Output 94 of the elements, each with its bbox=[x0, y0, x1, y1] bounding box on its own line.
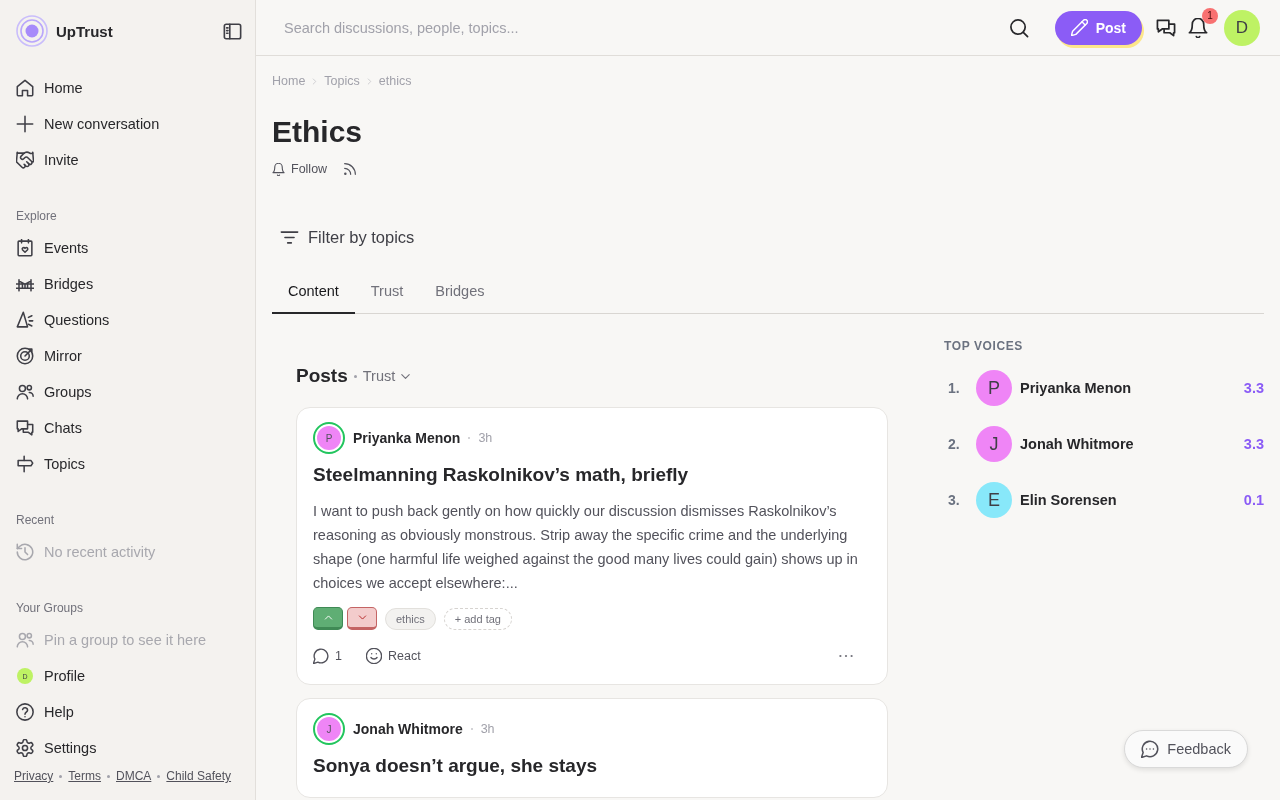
users-icon bbox=[16, 631, 34, 649]
user-avatar[interactable]: D bbox=[1224, 9, 1260, 46]
signpost-icon bbox=[16, 455, 34, 473]
brand-name: UpTrust bbox=[56, 22, 113, 40]
nav-link[interactable]: Home bbox=[10, 70, 245, 106]
sidebar-toggle-button[interactable] bbox=[221, 20, 243, 42]
post-time: 3h bbox=[480, 722, 495, 736]
bullet-icon bbox=[157, 774, 161, 778]
feedback-button[interactable]: Feedback bbox=[1124, 730, 1248, 768]
users-icon bbox=[16, 383, 34, 401]
user-name-link[interactable]: Elin Sorensen bbox=[1020, 492, 1117, 508]
chat-bubbles-icon bbox=[1156, 17, 1176, 38]
nav-link[interactable]: New conversation bbox=[10, 106, 245, 142]
nav-link[interactable]: Bridges bbox=[10, 266, 245, 302]
upvote-button[interactable] bbox=[313, 607, 343, 630]
trust-score: 3.3 bbox=[1243, 380, 1264, 396]
tab[interactable]: Content bbox=[272, 270, 355, 314]
nav-link[interactable]: Help bbox=[10, 694, 245, 730]
pencil-icon bbox=[1070, 19, 1088, 36]
post-body: I want to push back gently on how quickly our discussion dismisses Raskolnikov’s reasoning as obviously monstrous. Strip away the specific crime and the underlying shape (one harmful life weighed against the good many lives could gain) shows up in choices we accept elsewhere:... bbox=[313, 502, 859, 593]
footer-link[interactable]: Privacy bbox=[14, 769, 54, 783]
tab[interactable]: Bridges bbox=[419, 270, 501, 314]
logo-icon bbox=[16, 15, 48, 47]
section-title: Posts bbox=[296, 365, 348, 387]
rank-number: 3. bbox=[948, 492, 961, 508]
footer-link[interactable]: DMCA bbox=[116, 769, 152, 783]
nav-link[interactable]: Mirror bbox=[10, 338, 245, 374]
bell-icon bbox=[272, 162, 285, 176]
search-field[interactable]: Search discussions, people, topics... bbox=[272, 9, 872, 46]
trust-score: 0.1 bbox=[1243, 492, 1264, 508]
avatar: J bbox=[976, 426, 1012, 462]
tab[interactable]: Trust bbox=[354, 270, 420, 314]
rss-icon bbox=[343, 162, 358, 176]
target-icon bbox=[16, 347, 34, 365]
trust-score: 3.3 bbox=[1243, 436, 1264, 452]
help-icon bbox=[16, 703, 34, 721]
comment-icon bbox=[313, 648, 329, 664]
post-time: 3h bbox=[478, 431, 493, 445]
nav-link[interactable]: Events bbox=[10, 230, 245, 266]
dot-separator-icon bbox=[353, 374, 357, 378]
filter-button[interactable]: Filter by topics bbox=[272, 223, 423, 251]
topic-title: Ethics bbox=[272, 114, 363, 150]
handshake-icon bbox=[16, 151, 34, 169]
plus-icon bbox=[16, 115, 34, 133]
smiley-icon bbox=[365, 648, 382, 664]
user-name-link[interactable]: Priyanka Menon bbox=[1020, 380, 1132, 396]
footer-link[interactable]: Terms bbox=[68, 769, 101, 783]
section-heading: TOP VOICES bbox=[944, 338, 1023, 354]
react-button[interactable]: React bbox=[365, 648, 421, 664]
bullet-icon bbox=[107, 774, 110, 778]
breadcrumb-current: ethics bbox=[378, 74, 412, 88]
nav-link[interactable]: Invite bbox=[10, 142, 245, 178]
follow-button[interactable]: Follow bbox=[272, 158, 328, 180]
chat-bubbles-icon bbox=[16, 419, 34, 437]
chat-dots-icon bbox=[1141, 740, 1160, 758]
rank-number: 2. bbox=[948, 436, 961, 452]
triangle-icon bbox=[16, 311, 34, 329]
empty-state-text: Pin a group to see it here bbox=[44, 632, 207, 648]
nav-link[interactable]: Settings bbox=[10, 730, 245, 766]
post-button[interactable]: Post bbox=[1054, 10, 1142, 45]
nav-link[interactable]: Questions bbox=[10, 302, 245, 338]
chevron-down-icon bbox=[356, 612, 368, 623]
notification-badge: 1 bbox=[1202, 7, 1218, 24]
author-name[interactable]: Jonah Whitmore bbox=[353, 721, 463, 737]
section-heading: Explore bbox=[16, 208, 57, 225]
history-icon bbox=[16, 543, 34, 561]
empty-state-text: No recent activity bbox=[44, 544, 156, 560]
calendar-icon bbox=[16, 239, 34, 257]
section-heading: Your Groups bbox=[16, 600, 83, 617]
chevron-up-icon bbox=[322, 612, 334, 623]
search-icon bbox=[1008, 17, 1029, 38]
footer-link[interactable]: Child Safety bbox=[166, 769, 232, 783]
user-name-link[interactable]: Jonah Whitmore bbox=[1020, 436, 1134, 452]
home-icon bbox=[16, 79, 34, 97]
sort-dropdown[interactable]: Trust bbox=[362, 368, 413, 384]
bell-icon bbox=[1188, 17, 1208, 38]
post-title[interactable]: Sonya doesn’t argue, she stays bbox=[313, 753, 598, 779]
avatar: P bbox=[976, 370, 1012, 406]
avatar: P bbox=[313, 422, 345, 454]
section-heading: Recent bbox=[16, 512, 55, 529]
rank-number: 1. bbox=[948, 380, 961, 396]
nav-link[interactable]: Topics bbox=[10, 446, 245, 482]
tag-chip[interactable]: ethics bbox=[385, 607, 436, 630]
bullet-icon bbox=[59, 774, 63, 778]
settings-icon bbox=[16, 739, 34, 757]
sidebar-panel-icon bbox=[222, 21, 242, 41]
author-name[interactable]: Priyanka Menon bbox=[353, 430, 461, 446]
avatar: J bbox=[313, 713, 345, 745]
nav-link[interactable]: Chats bbox=[10, 410, 245, 446]
nav-link[interactable]: Groups bbox=[10, 374, 245, 410]
comment-button[interactable]: 1 bbox=[313, 648, 342, 664]
avatar: E bbox=[976, 482, 1012, 518]
post-title[interactable]: Steelmanning Raskolnikov’s math, briefly bbox=[313, 462, 689, 488]
downvote-button[interactable] bbox=[347, 607, 377, 630]
